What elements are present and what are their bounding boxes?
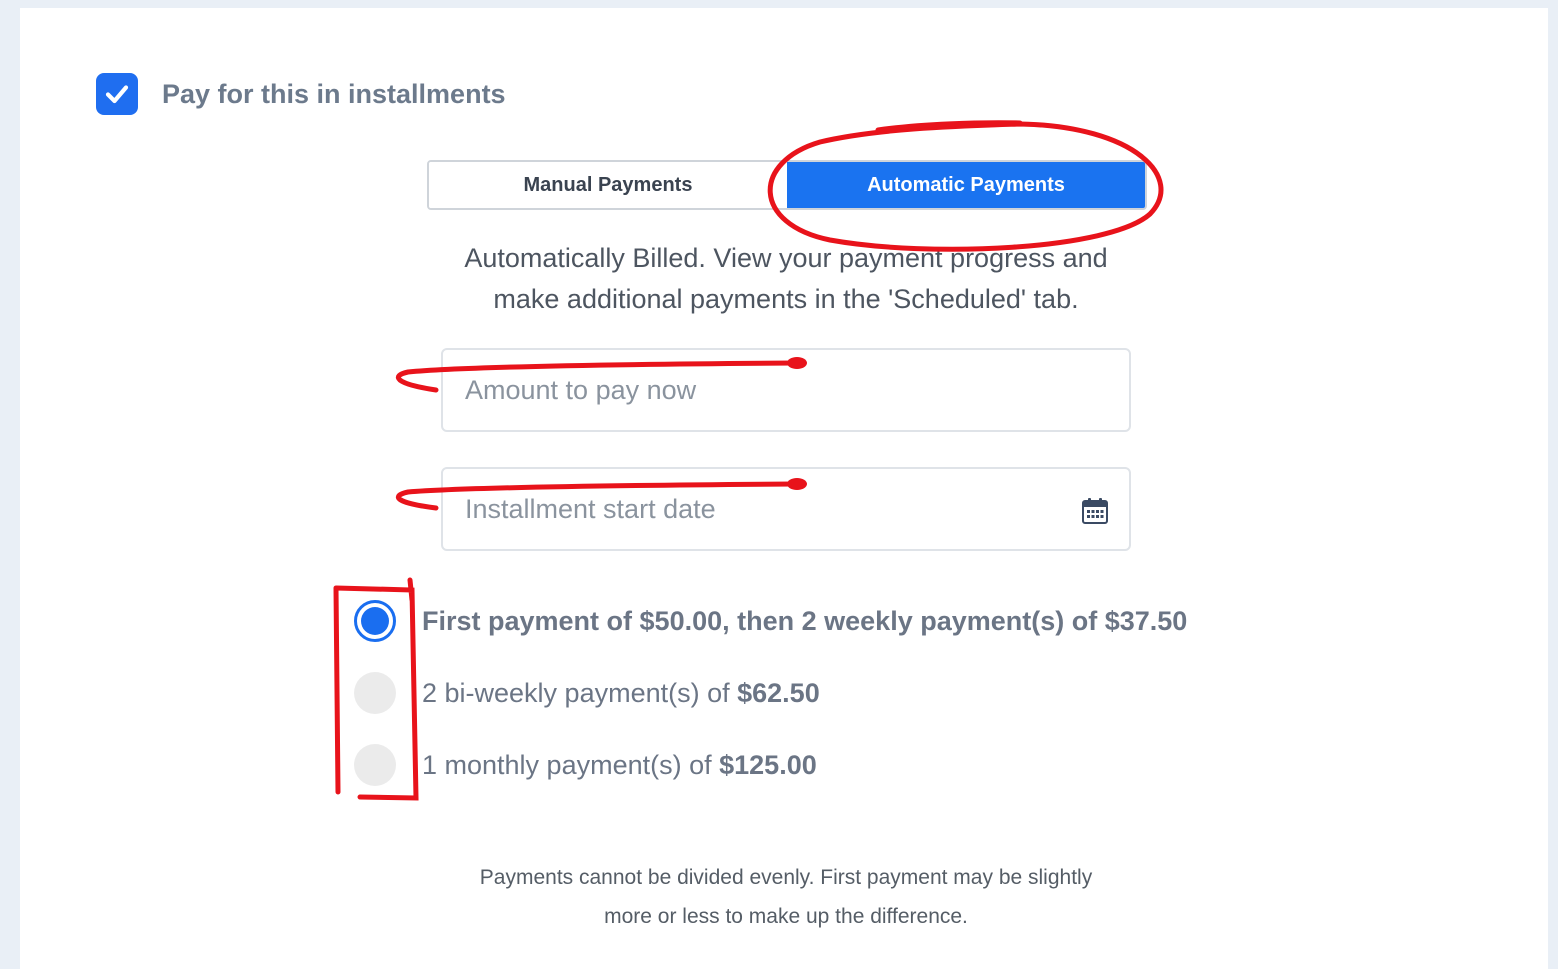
footnote-line-1: Payments cannot be divided evenly. First… [479, 866, 1093, 889]
amount-input[interactable] [463, 373, 1067, 407]
payment-plan-option-weekly[interactable]: First payment of $50.00, then 2 weekly p… [354, 598, 1187, 644]
option-monthly-label: 1 monthly payment(s) of $125.00 [422, 749, 817, 780]
start-date-input[interactable] [463, 492, 1067, 526]
option-weekly-label: First payment of $50.00, then 2 weekly p… [422, 605, 1188, 636]
calendar-icon[interactable] [1081, 497, 1109, 525]
description-line-1: Automatically Billed. View your payment … [464, 243, 1108, 273]
option-biweekly-label: 2 bi-weekly payment(s) of $62.50 [422, 677, 820, 708]
payment-plan-option-biweekly[interactable]: 2 bi-weekly payment(s) of $62.50 [354, 670, 1187, 716]
payment-plan-option-monthly[interactable]: 1 monthly payment(s) of $125.00 [354, 742, 1187, 788]
installments-toggle[interactable]: Pay for this in installments [96, 72, 506, 116]
checkmark-icon [105, 85, 129, 104]
start-date-field[interactable] [441, 467, 1131, 551]
tab-manual-payments[interactable]: Manual Payments [429, 162, 787, 208]
description-line-2: make additional payments in the 'Schedul… [493, 284, 1079, 314]
installments-label: Pay for this in installments [162, 78, 506, 109]
automatic-payment-description: Automatically Billed. View your payment … [386, 238, 1186, 320]
footnote-line-2: more or less to make up the difference. [604, 905, 968, 928]
tab-automatic-payments[interactable]: Automatic Payments [787, 162, 1145, 208]
payment-plan-options: First payment of $50.00, then 2 weekly p… [354, 598, 1187, 814]
uneven-payment-note: Payments cannot be divided evenly. First… [386, 858, 1186, 936]
payment-mode-toggle: Manual Payments Automatic Payments [427, 160, 1147, 210]
radio-monthly[interactable] [354, 744, 396, 786]
amount-field[interactable] [441, 348, 1131, 432]
radio-biweekly[interactable] [354, 672, 396, 714]
installments-checkbox[interactable] [96, 73, 138, 115]
radio-weekly[interactable] [354, 600, 396, 642]
